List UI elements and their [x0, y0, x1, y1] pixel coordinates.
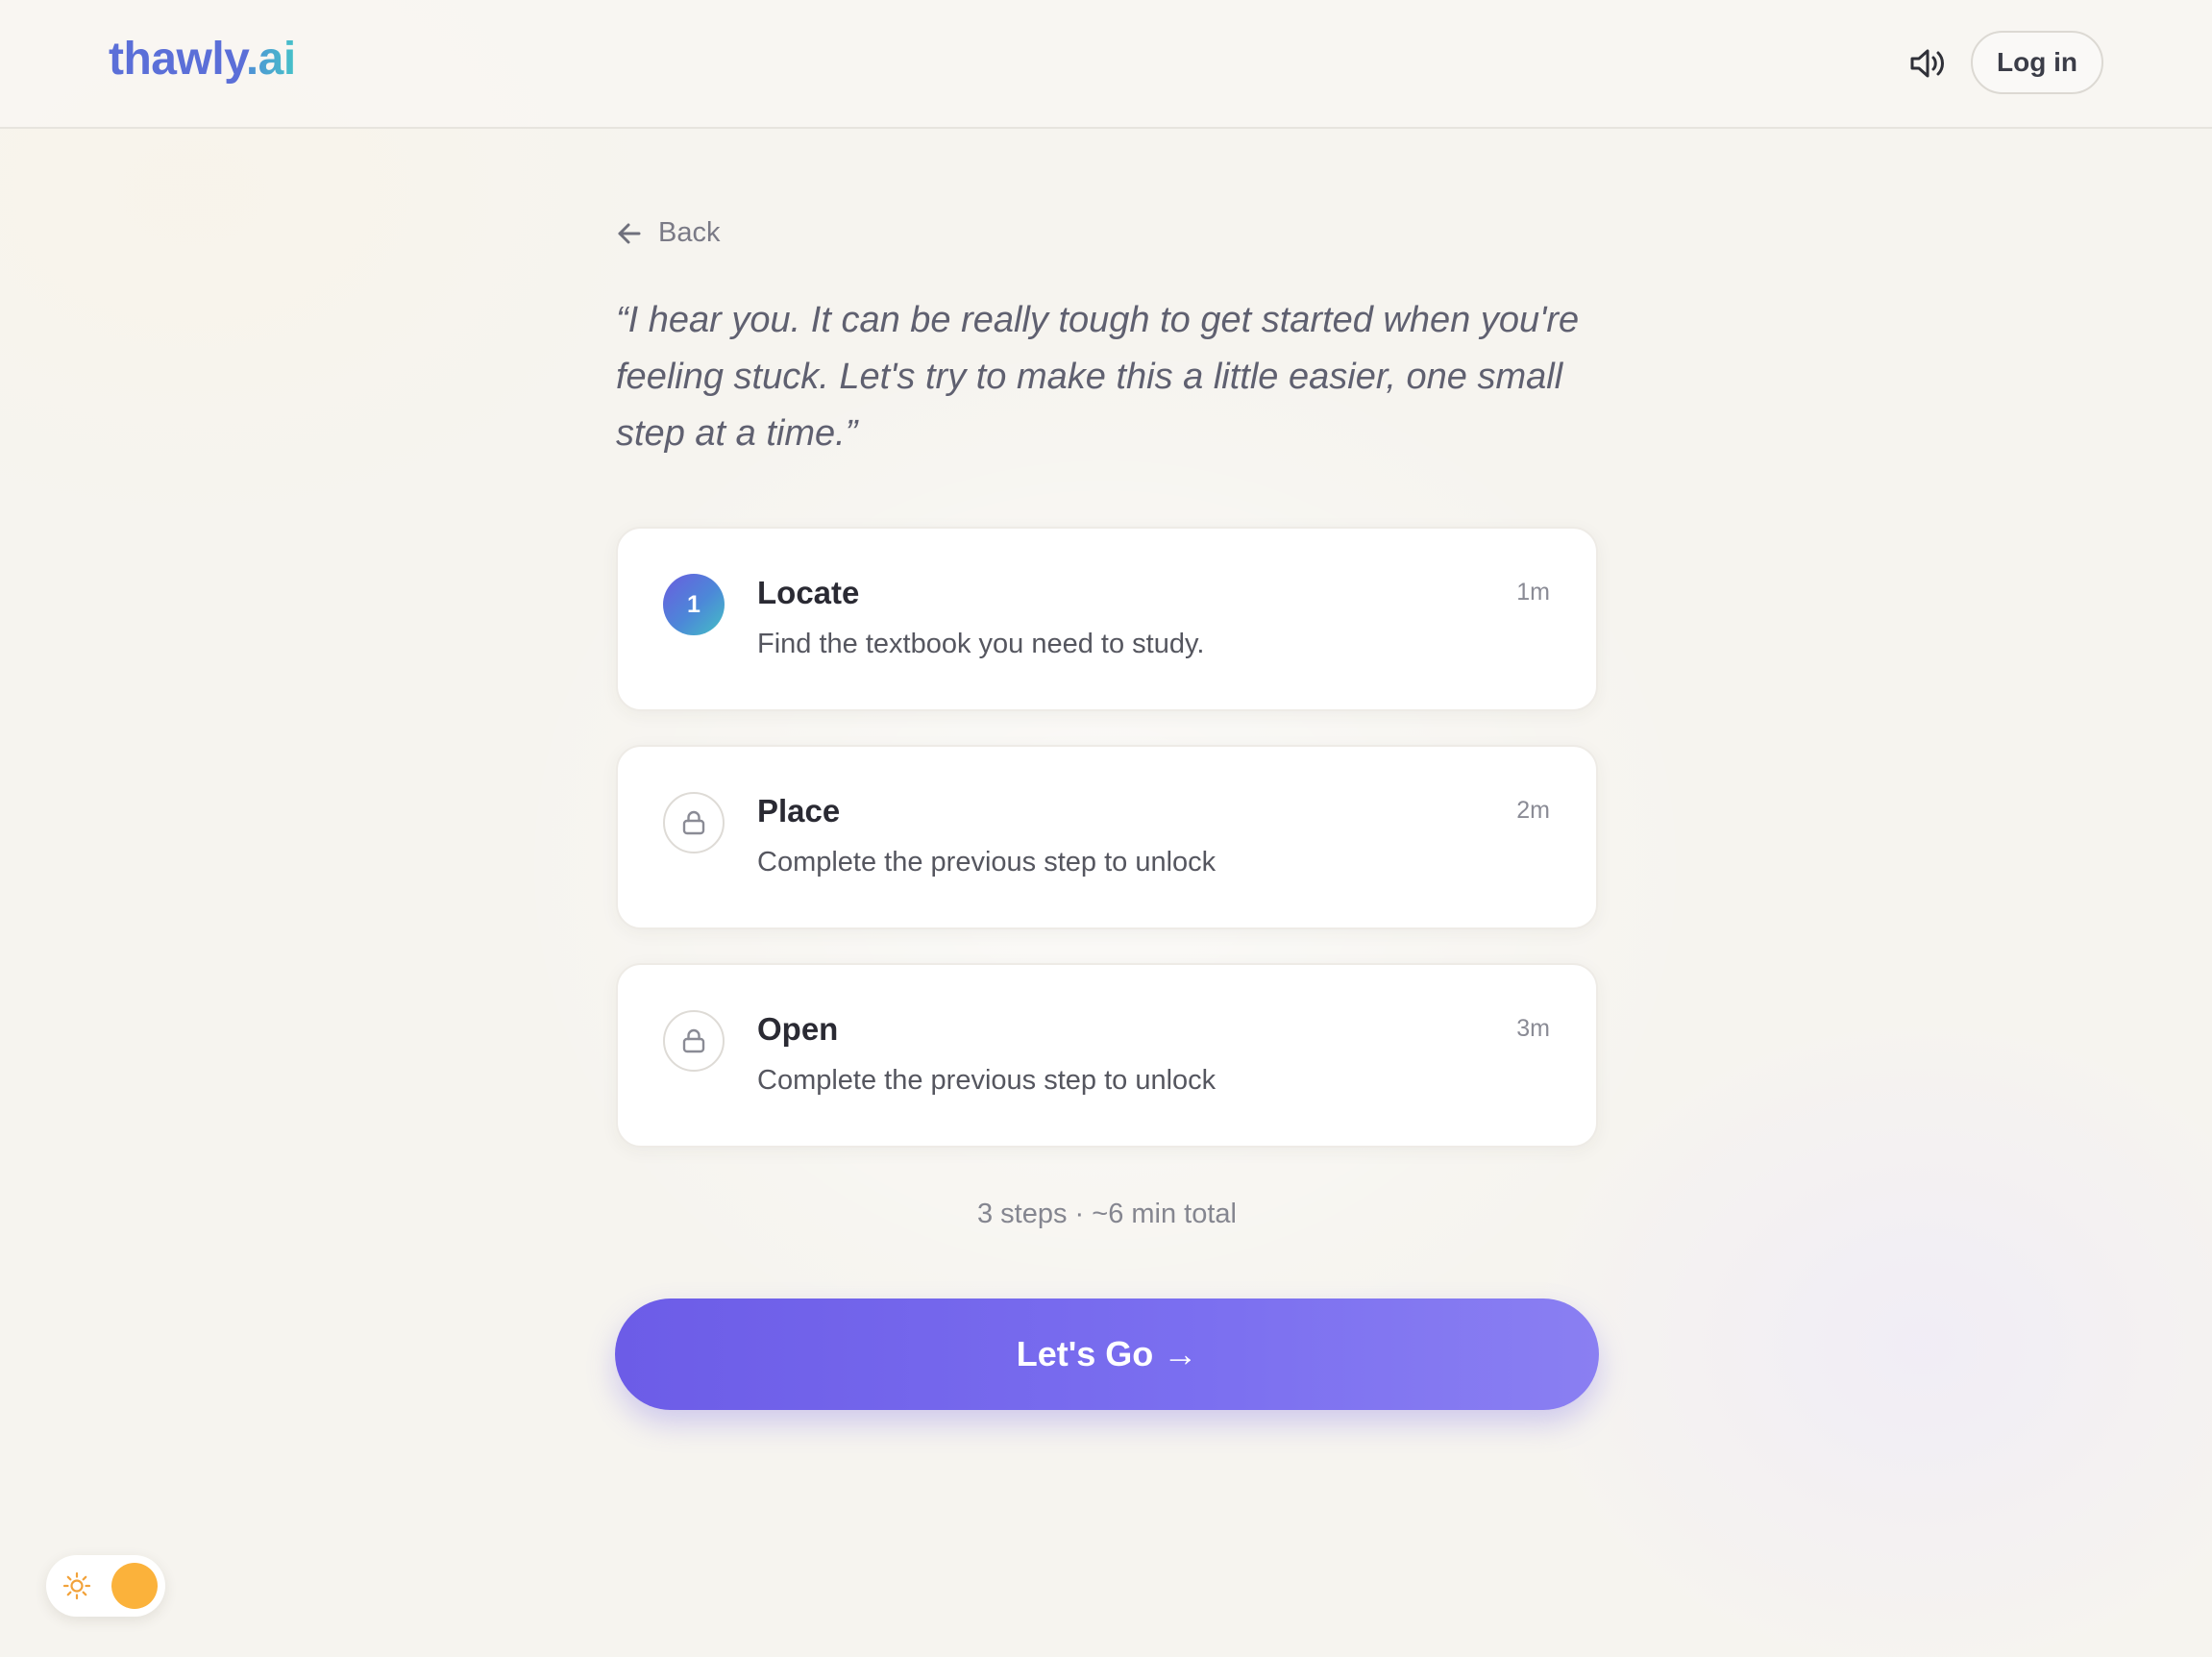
step-duration: 2m	[1516, 797, 1550, 824]
steps-summary: 3 steps · ~6 min total	[977, 1199, 1237, 1229]
arrow-left-icon	[618, 223, 641, 243]
lock-icon	[682, 1028, 705, 1053]
step-duration: 1m	[1516, 579, 1550, 606]
step-card-locate[interactable]: 1 Locate Find the textbook you need to s…	[616, 527, 1598, 711]
step-duration: 3m	[1516, 1015, 1550, 1042]
lock-icon	[682, 810, 705, 835]
sun-icon	[62, 1571, 91, 1600]
step-title: Locate	[757, 575, 860, 610]
step-description: Find the textbook you need to study.	[757, 629, 1205, 659]
lets-go-button[interactable]: Let's Go →	[615, 1298, 1599, 1410]
toggle-knob	[111, 1563, 158, 1609]
step-description: Complete the previous step to unlock	[757, 1065, 1217, 1096]
step-lock-badge	[663, 792, 725, 853]
back-label: Back	[658, 217, 721, 248]
step-lock-badge	[663, 1010, 725, 1072]
speaker-volume-icon	[1910, 49, 1944, 78]
sound-toggle-button[interactable]	[1906, 44, 1949, 83]
step-card-place: Place Complete the previous step to unlo…	[616, 745, 1598, 929]
step-card-open: Open Complete the previous step to unloc…	[616, 963, 1598, 1148]
theme-toggle[interactable]	[46, 1555, 165, 1617]
step-number-badge: 1	[663, 574, 725, 635]
back-link[interactable]: Back	[616, 217, 720, 249]
assistant-quote: “I hear you. It can be really tough to g…	[616, 300, 1580, 454]
logo-tld: .ai	[245, 34, 296, 85]
step-title: Place	[757, 793, 841, 828]
brand-logo[interactable]: thawly.ai	[109, 33, 296, 86]
login-button[interactable]: Log in	[1971, 31, 2103, 94]
step-title: Open	[757, 1011, 839, 1047]
logo-name: thawly	[109, 34, 246, 85]
top-bar: thawly.ai Log in	[0, 0, 2212, 129]
step-description: Complete the previous step to unlock	[757, 847, 1217, 878]
